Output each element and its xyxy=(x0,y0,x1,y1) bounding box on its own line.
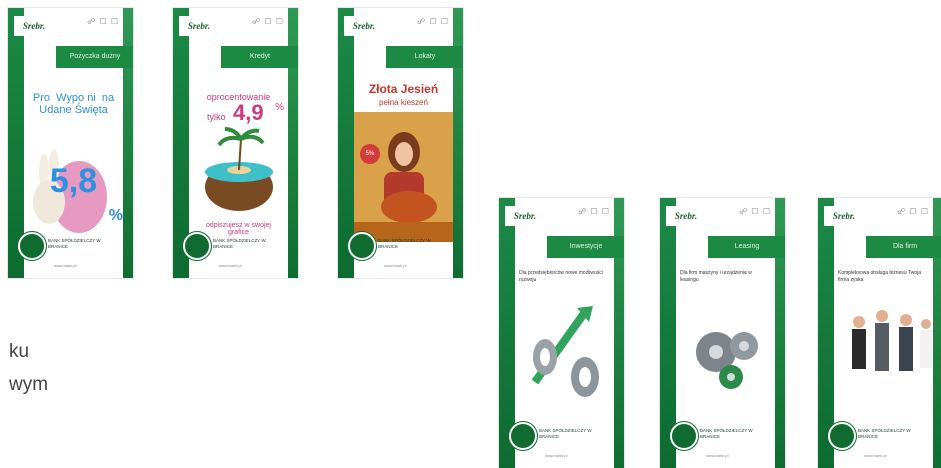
poster-subline: pełna kieszeń xyxy=(379,98,428,107)
brand-label: Srebr. xyxy=(666,206,706,226)
bank-name: BANK SPÓŁDZIELCZY W BRANICE xyxy=(700,428,753,439)
side-text-line1: ku xyxy=(9,341,30,362)
coconut-island-illustration xyxy=(205,127,273,211)
business-people-illustration xyxy=(852,310,932,371)
poster-business[interactable]: Srebr. ☍ ☐ ☐ Dla firm Kompleksowa obsług… xyxy=(818,198,941,468)
brand-label: Srebr. xyxy=(505,206,545,226)
share-icons: ☍ ☐ ☐ xyxy=(897,207,929,216)
brand-label: Srebr. xyxy=(179,16,219,36)
rate-badge: 5% xyxy=(360,144,380,164)
brand-label: Srebr. xyxy=(344,16,384,36)
bank-name: BANK SPÓŁDZIELCZY W BRANICE xyxy=(539,428,592,439)
poster-body: Kompleksowa obsługa biznesu Twoja firma … xyxy=(834,262,933,418)
poster-tab: Dla firm xyxy=(866,236,941,258)
poster-tab: Pożyczka dużny xyxy=(56,46,133,68)
brand-label: Srebr. xyxy=(824,206,864,226)
tylko-label: tylko xyxy=(207,112,226,122)
bank-url: www.bank.pl xyxy=(54,263,77,268)
bank-logo-icon xyxy=(348,232,376,260)
bank-url: www.bank.pl xyxy=(219,263,242,268)
bank-name: BANK SPÓŁDZIELCZY W BRANICE xyxy=(378,238,431,249)
poster-footer: BANK SPÓŁDZIELCZY W BRANICE www.bank.pl xyxy=(14,232,121,268)
poster-tab: Kredyt xyxy=(221,46,298,68)
poster-tab: Inwestycje xyxy=(547,236,624,258)
share-icons: ☍ ☐ ☐ xyxy=(739,207,771,216)
poster-footer: BANK SPÓŁDZIELCZY W BRANICE www.bank.pl xyxy=(179,232,286,268)
poster-investment[interactable]: Srebr. ☍ ☐ ☐ Inwestycje Dla przedsiębior… xyxy=(499,198,624,468)
bank-logo-icon xyxy=(183,232,211,260)
bank-url: www.bank.pl xyxy=(384,263,407,268)
poster-leasing[interactable]: Srebr. ☍ ☐ ☐ Leasing Dla firm maszyny i … xyxy=(660,198,785,468)
brand-label: Srebr. xyxy=(14,16,54,36)
poster-body: Dla przedsiębiorców nowe możliwości rozw… xyxy=(515,262,614,418)
poster-footer: BANK SPÓŁDZIELCZY W BRANICE www.bank.pl xyxy=(666,422,773,458)
share-icons: ☍ ☐ ☐ xyxy=(252,17,284,26)
bank-logo-icon xyxy=(509,422,537,450)
poster-tab: Lokaty xyxy=(386,46,463,68)
autumn-woman-photo xyxy=(354,112,453,242)
share-icons: ☍ ☐ ☐ xyxy=(417,17,449,26)
share-icons: ☍ ☐ ☐ xyxy=(578,207,610,216)
bank-name: BANK SPÓŁDZIELCZY W BRANICE xyxy=(213,238,266,249)
bank-name: BANK SPÓŁDZIELCZY W BRANICE xyxy=(48,238,101,249)
poster-autumn[interactable]: Srebr. ☍ ☐ ☐ Lokaty Złota Jesień pełna k… xyxy=(338,8,463,278)
poster-footer: BANK SPÓŁDZIELCZY W BRANICE www.bank.pl xyxy=(824,422,931,458)
bank-url: www.bank.pl xyxy=(545,453,568,458)
poster-body: Złota Jesień pełna kieszeń 5% xyxy=(354,72,453,242)
bank-logo-icon xyxy=(828,422,856,450)
bank-url: www.bank.pl xyxy=(706,453,729,458)
poster-text: Dla przedsiębiorców nowe możliwości rozw… xyxy=(519,270,603,283)
poster-text: Kompleksowa obsługa biznesu Twoja firma … xyxy=(838,270,922,283)
rate-value: 4,9 xyxy=(233,100,264,125)
poster-credit[interactable]: Srebr. ☍ ☐ ☐ Kredyt oprocentowanie tylko… xyxy=(173,8,298,278)
percent-sign: % xyxy=(275,102,284,113)
bank-name: BANK SPÓŁDZIELCZY W BRANICE xyxy=(858,428,911,439)
poster-tab: Leasing xyxy=(708,236,785,258)
poster-text: Dla firm maszyny i urządzenia w leasingu xyxy=(680,270,752,283)
bank-logo-icon xyxy=(670,422,698,450)
poster-body: Pro Wypo ni na Udane Święta 5,8 % xyxy=(24,72,123,233)
percent-sign: % xyxy=(108,207,123,224)
poster-body: oprocentowanie tylko 4,9 % odpiszujesz w… xyxy=(189,72,288,236)
poster-easter[interactable]: Srebr. ☍ ☐ ☐ Pożyczka dużny Pro Wypo ni … xyxy=(8,8,133,278)
poster-body: Dla firm maszyny i urządzenia w leasingu xyxy=(676,262,775,418)
poster-footer: BANK SPÓŁDZIELCZY W BRANICE www.bank.pl xyxy=(344,232,451,268)
rate-value: 5,8 xyxy=(49,162,98,200)
bank-logo-icon xyxy=(18,232,46,260)
poster-footer: BANK SPÓŁDZIELCZY W BRANICE www.bank.pl xyxy=(505,422,612,458)
share-icons: ☍ ☐ ☐ xyxy=(87,17,119,26)
bank-url: www.bank.pl xyxy=(864,453,887,458)
side-text-line2: wym xyxy=(9,374,49,395)
poster-headline: Złota Jesień xyxy=(368,82,439,96)
gears-illustration xyxy=(696,332,758,389)
percent-growth-illustration xyxy=(531,306,599,397)
